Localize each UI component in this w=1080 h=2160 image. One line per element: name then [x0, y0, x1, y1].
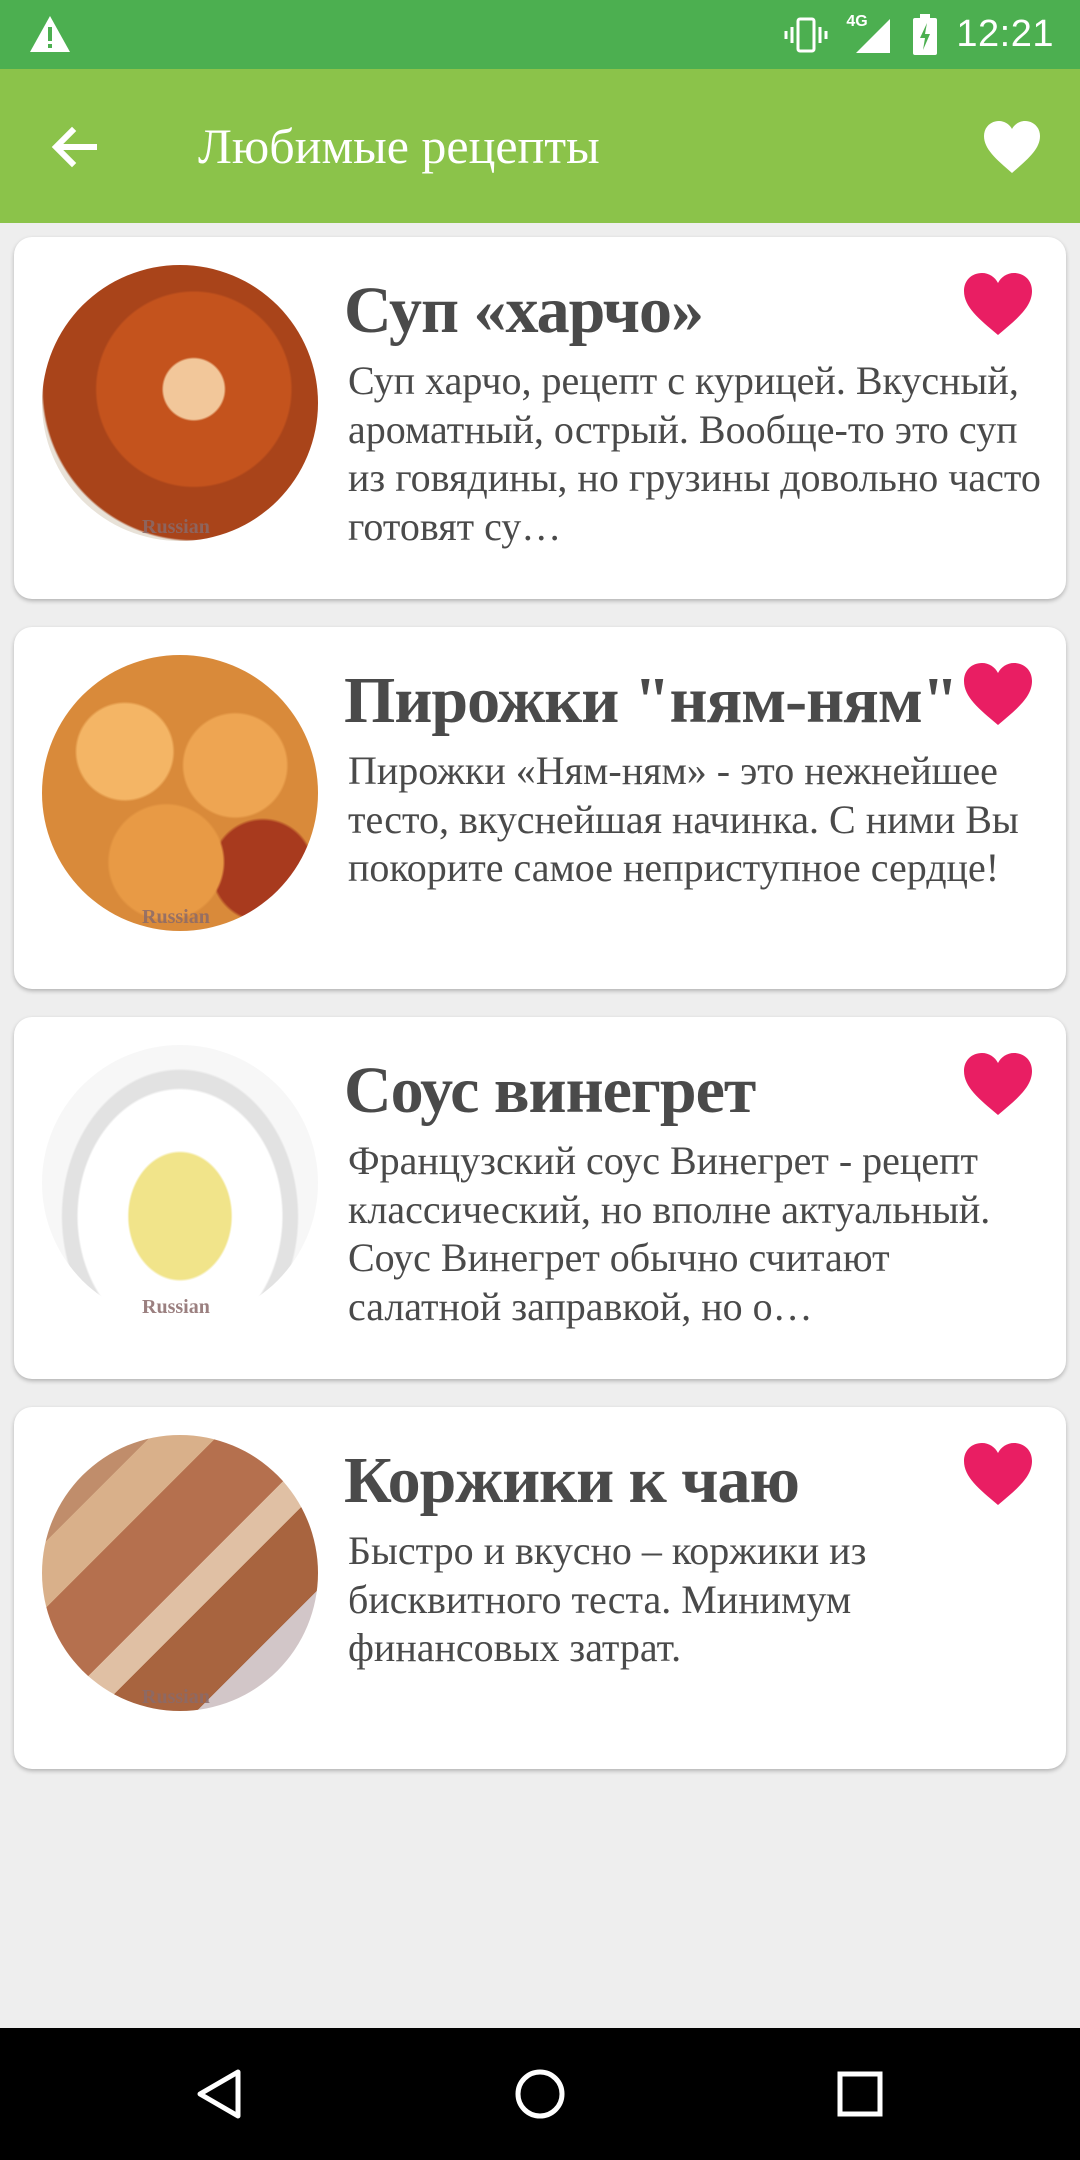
favorite-heart-icon[interactable]: [962, 271, 1034, 337]
recipe-card[interactable]: Russian Коржики к чаю Быстро и вкусно – …: [14, 1407, 1066, 1769]
recipe-image: Russian: [42, 1435, 318, 1711]
recipe-description: Пирожки «Ням-ням» - это нежнейшее тесто,…: [348, 748, 1019, 890]
signal-icon: 4G: [846, 13, 894, 55]
warning-icon: [30, 16, 70, 52]
favorite-heart-icon[interactable]: [962, 661, 1034, 727]
recipe-card[interactable]: Russian Суп «харчо» Суп харчо, рецепт с …: [14, 237, 1066, 599]
recipe-title: Коржики к чаю: [344, 1444, 800, 1517]
heart-icon[interactable]: [982, 119, 1042, 175]
home-circle-icon[interactable]: [512, 2066, 568, 2122]
recipe-title: Соус винегрет: [344, 1054, 756, 1127]
favorite-heart-icon[interactable]: [962, 1441, 1034, 1507]
recipe-description: Французский соус Винегрет - рецепт класс…: [348, 1138, 991, 1329]
recipe-image: Russian: [42, 1045, 318, 1321]
status-bar: 4G 12:21: [0, 0, 1080, 69]
recipe-description: Суп харчо, рецепт с курицей. Вкусный, ар…: [348, 358, 1041, 549]
system-nav-bar: [0, 2028, 1080, 2160]
app-toolbar: Любимые рецепты: [0, 69, 1080, 223]
recipe-image: Russian: [42, 265, 318, 541]
battery-icon: [913, 13, 938, 55]
favorite-heart-icon[interactable]: [962, 1051, 1034, 1117]
arrow-left-icon[interactable]: [46, 119, 102, 175]
recipe-card[interactable]: Russian Пирожки "ням-ням" Пирожки «Ням-н…: [14, 627, 1066, 989]
vibrate-icon: [784, 17, 828, 52]
recipe-title: Суп «харчо»: [344, 274, 704, 347]
recipe-title: Пирожки "ням-ням": [344, 664, 958, 737]
back-triangle-icon[interactable]: [192, 2066, 248, 2122]
recipe-image: Russian: [42, 655, 318, 931]
page-title: Любимые рецепты: [198, 118, 600, 174]
clock: 12:21: [956, 13, 1054, 55]
recents-square-icon[interactable]: [832, 2066, 888, 2122]
recipe-description: Быстро и вкусно – коржики из бисквитного…: [348, 1528, 867, 1670]
recipe-card[interactable]: Russian Соус винегрет Французский соус В…: [14, 1017, 1066, 1379]
